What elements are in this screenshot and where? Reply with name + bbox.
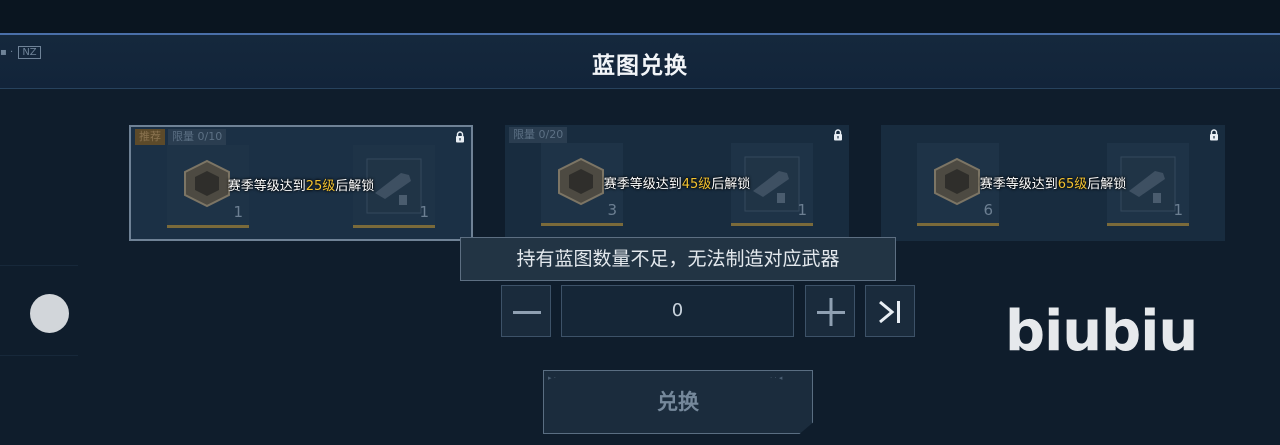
divider (0, 355, 78, 356)
unlock-level: 45级 (681, 177, 712, 192)
unlock-prefix: 赛季等级达到 (227, 179, 306, 194)
decrease-button[interactable] (501, 285, 551, 337)
minus-icon (513, 311, 541, 314)
hud-tag-label: NZ (18, 46, 41, 59)
blueprint-card[interactable]: 限量 0/20 3 ››› 1 赛季等级达到45级后解锁 (505, 125, 849, 241)
unlock-prefix: 赛季等级达到 (979, 177, 1058, 192)
skip-to-max-icon (879, 300, 900, 324)
unlock-prefix: 赛季等级达到 (603, 177, 682, 192)
increase-button[interactable] (805, 285, 855, 337)
recommended-badge: 推荐 (135, 129, 165, 145)
item-bar (541, 223, 623, 226)
unlock-message: 赛季等级达到65级后解锁 (881, 173, 1225, 192)
lock-icon (1210, 129, 1218, 141)
page-title: 蓝图兑换 (592, 53, 688, 79)
item-count: 3 (607, 201, 617, 219)
plus-icon (817, 298, 845, 326)
blueprint-card[interactable]: 6 ››› 1 赛季等级达到65级后解锁 (881, 125, 1225, 241)
quantity-field[interactable]: 0 (561, 285, 794, 337)
badge-row: 推荐 限量 0/10 (135, 129, 227, 145)
unlock-suffix: 后解锁 (711, 177, 751, 192)
item-bar (353, 225, 435, 228)
unlock-message: 赛季等级达到45级后解锁 (505, 173, 849, 192)
unlock-message: 赛季等级达到25级后解锁 (131, 175, 471, 194)
item-count: 1 (1173, 201, 1183, 219)
divider (0, 265, 78, 266)
exchange-deco-right: · · ◂ (770, 374, 783, 382)
limit-badge: 限量 0/20 (509, 127, 568, 143)
badge-row: 限量 0/20 (509, 127, 568, 143)
watermark: biubiu (1005, 299, 1198, 364)
unlock-level: 65级 (1057, 177, 1088, 192)
hud-tag: ▪ · NZ (0, 46, 41, 59)
item-bar (917, 223, 999, 226)
limit-badge: 限量 0/10 (168, 129, 227, 145)
unlock-suffix: 后解锁 (1087, 177, 1127, 192)
unlock-suffix: 后解锁 (335, 179, 375, 194)
item-bar (1107, 223, 1189, 226)
item-bar (167, 225, 249, 228)
lock-icon (456, 131, 464, 143)
item-count: 6 (983, 201, 993, 219)
max-quantity-button[interactable] (865, 285, 915, 337)
blueprint-card[interactable]: 推荐 限量 0/10 1 ››› 1 赛季等级达到25级后解锁 (129, 125, 473, 241)
unlock-level: 25级 (305, 179, 336, 194)
top-strip (0, 0, 1280, 33)
item-count: 1 (797, 201, 807, 219)
toast-message: 持有蓝图数量不足，无法制造对应武器 (460, 237, 896, 281)
item-count: 1 (419, 203, 429, 221)
exchange-deco-left: ▸ · (548, 374, 556, 382)
item-bar (731, 223, 813, 226)
joystick-knob[interactable] (30, 294, 69, 333)
lock-icon (834, 129, 842, 141)
item-count: 1 (233, 203, 243, 221)
